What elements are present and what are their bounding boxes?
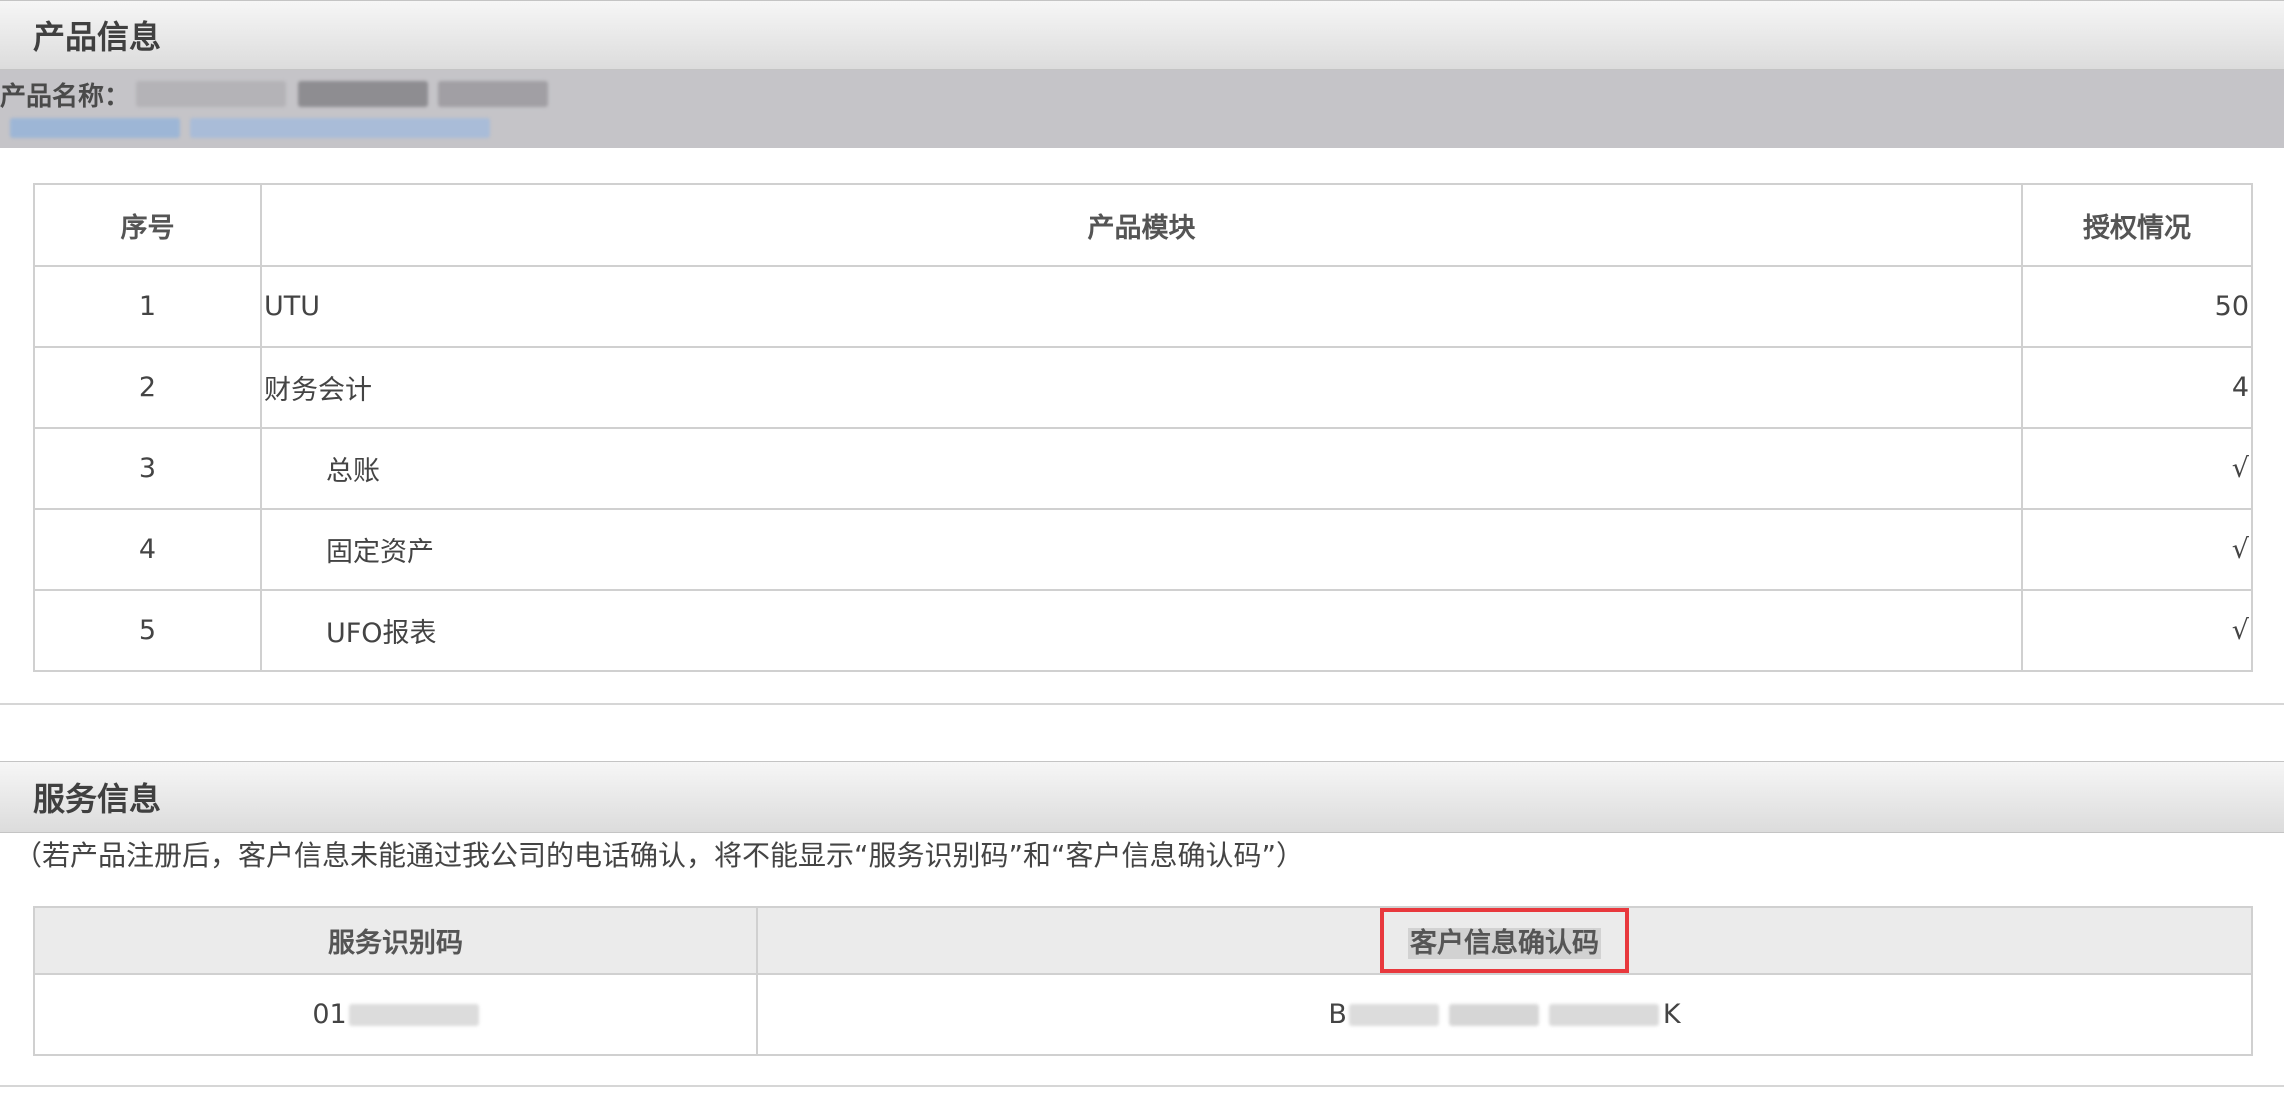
header-service-code: 服务识别码: [33, 906, 758, 975]
row-seq: 5: [33, 589, 262, 672]
service-code-cell: 01: [33, 973, 758, 1056]
redacted-service-code: [348, 1003, 479, 1026]
section-divider: [0, 1085, 2284, 1087]
product-info-title: 产品信息: [33, 18, 162, 56]
confirm-code-cell: B K: [756, 973, 2253, 1056]
service-info-header: 服务信息: [0, 761, 2284, 833]
table-row: 4 固定资产 √: [33, 508, 2253, 591]
row-seq: 1: [33, 265, 262, 348]
service-note: （若产品注册后，客户信息未能通过我公司的电话确认，将不能显示“服务识别码”和“客…: [14, 839, 1305, 872]
highlighted-confirm-code-header: 客户信息确认码: [1380, 908, 1629, 973]
table-row: 3 总账 √: [33, 427, 2253, 510]
row-module: UTU: [260, 265, 2023, 348]
row-module: 财务会计: [260, 346, 2023, 429]
confirm-code-suffix: K: [1662, 999, 1681, 1030]
table-row: 1 UTU 50: [33, 265, 2253, 348]
row-auth: 4: [2021, 346, 2253, 429]
row-seq: 4: [33, 508, 262, 591]
table-header-row: 序号 产品模块 授权情况: [33, 183, 2253, 267]
redacted-confirm-code: [1348, 1003, 1439, 1026]
redacted-product-name-2: [298, 81, 429, 107]
row-auth: √: [2021, 589, 2253, 672]
row-module: 总账: [260, 427, 2023, 510]
table-row: 01 B K: [33, 973, 2253, 1056]
row-seq: 3: [33, 427, 262, 510]
table-row: 5 UFO报表 √: [33, 589, 2253, 672]
redacted-company-line-2: [190, 118, 490, 138]
service-code-prefix: 01: [312, 999, 347, 1030]
row-seq: 2: [33, 346, 262, 429]
table-row: 2 财务会计 4: [33, 346, 2253, 429]
product-info-header: 产品信息: [0, 0, 2284, 70]
redacted-company-line: [10, 118, 180, 138]
row-auth: √: [2021, 427, 2253, 510]
table-header-row: 服务识别码 客户信息确认码: [33, 906, 2253, 975]
confirm-code-prefix: B: [1328, 999, 1347, 1030]
redacted-confirm-code-3: [1548, 1003, 1659, 1026]
redacted-product-name: [136, 81, 287, 107]
service-code-table: 服务识别码 客户信息确认码 01 B K: [33, 906, 2253, 1056]
section-divider: [0, 703, 2284, 705]
row-module: UFO报表: [260, 589, 2023, 672]
row-auth: √: [2021, 508, 2253, 591]
product-name-band: 产品名称：: [0, 70, 2284, 148]
redacted-confirm-code-2: [1448, 1003, 1539, 1026]
header-seq: 序号: [33, 183, 262, 267]
row-auth: 50: [2021, 265, 2253, 348]
row-module: 固定资产: [260, 508, 2023, 591]
product-name-label: 产品名称：: [0, 81, 131, 112]
header-auth: 授权情况: [2021, 183, 2253, 267]
product-module-table: 序号 产品模块 授权情况 1 UTU 50 2 财务会计 4 3 总账 √ 4 …: [33, 183, 2253, 672]
header-confirm-code: 客户信息确认码: [756, 906, 2253, 975]
header-module: 产品模块: [260, 183, 2023, 267]
service-info-title: 服务信息: [33, 780, 162, 818]
redacted-product-name-3: [438, 81, 549, 107]
confirm-code-header-label: 客户信息确认码: [1408, 928, 1601, 959]
